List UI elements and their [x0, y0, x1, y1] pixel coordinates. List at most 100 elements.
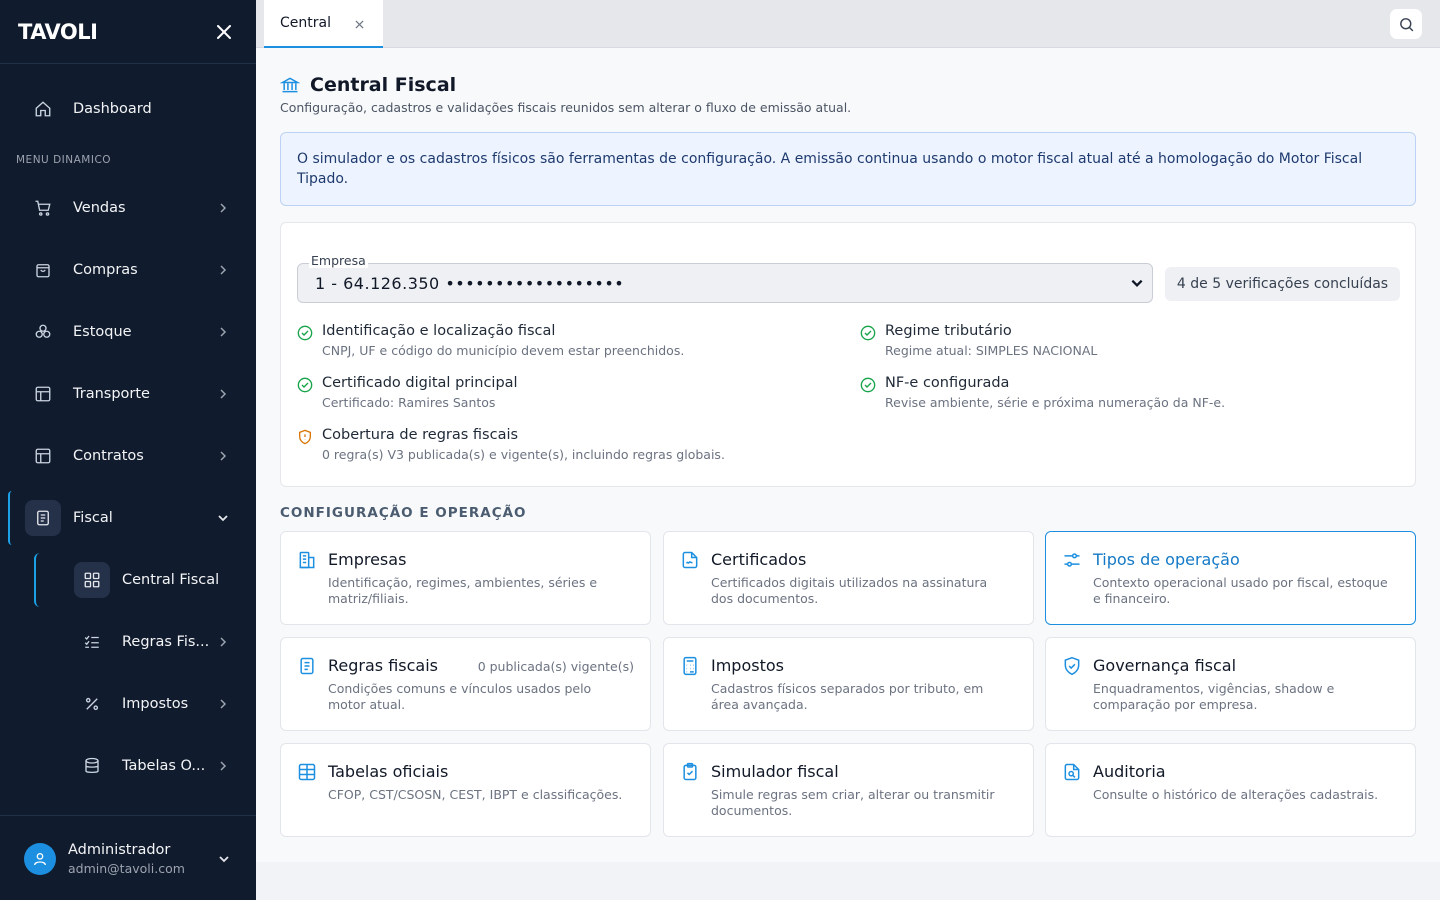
user-menu[interactable]: Administrador admin@tavoli.com — [0, 815, 256, 900]
topbar: Central — [256, 0, 1440, 48]
tab-central[interactable]: Central — [264, 0, 383, 48]
chevron-right-icon — [214, 447, 232, 465]
sidebar-item-tabelas-oficiais[interactable]: Tabelas O... — [0, 742, 256, 790]
sidebar-item-impostos[interactable]: Impostos — [0, 680, 256, 728]
check-title: NF-e configurada — [885, 375, 1010, 391]
card-tipos-de-operacao[interactable]: Tipos de operação Contexto operacional u… — [1045, 531, 1416, 625]
sidebar-item-label: Regras Fis... — [122, 634, 210, 650]
check-description: CNPJ, UF e código do município devem est… — [322, 343, 685, 358]
home-icon — [32, 98, 54, 120]
check-title: Certificado digital principal — [322, 375, 518, 391]
sidebar-item-label: Estoque — [73, 324, 132, 340]
chevron-right-icon — [214, 757, 232, 775]
card-tabelas-oficiais[interactable]: Tabelas oficiais CFOP, CST/CSOSN, CEST, … — [280, 743, 651, 837]
cart-icon — [32, 197, 54, 219]
card-description: CFOP, CST/CSOSN, CEST, IBPT e classifica… — [328, 787, 623, 802]
document-icon — [32, 507, 54, 529]
file-search-icon — [1064, 763, 1080, 781]
card-description: Contexto operacional usado por fiscal, e… — [1093, 575, 1388, 606]
close-icon — [354, 19, 364, 29]
card-certificados[interactable]: Certificados Certificados digitais utili… — [663, 531, 1034, 625]
card-description: Enquadramentos, vigências, shadow e comp… — [1093, 681, 1335, 712]
sidebar-item-compras[interactable]: Compras — [0, 246, 256, 294]
card-auditoria[interactable]: Auditoria Consulte o histórico de altera… — [1045, 743, 1416, 837]
sidebar-item-contratos[interactable]: Contratos — [0, 432, 256, 480]
avatar — [24, 843, 56, 875]
chevron-right-icon — [214, 633, 232, 651]
chevron-right-icon — [214, 261, 232, 279]
sidebar-item-regras-fiscais[interactable]: Regras Fis... — [0, 618, 256, 666]
percent-icon — [81, 693, 103, 715]
company-field-label: Empresa — [309, 253, 368, 268]
user-icon — [34, 853, 46, 866]
company-select[interactable]: 1 - 64.126.350 •••••••••••••••••• — [297, 263, 1153, 303]
calculator-icon — [683, 656, 697, 676]
building-icon — [299, 551, 315, 569]
sidebar-item-label: Fiscal — [73, 510, 113, 526]
tab-label: Central — [280, 15, 331, 31]
close-sidebar-button[interactable] — [212, 20, 236, 44]
check-description: Regime atual: SIMPLES NACIONAL — [885, 343, 1098, 358]
sidebar-item-label: Contratos — [73, 448, 144, 464]
sidebar-item-transporte[interactable]: Transporte — [0, 370, 256, 418]
card-title: Auditoria — [1093, 762, 1166, 781]
shopping-bag-icon — [32, 259, 54, 281]
card-title: Certificados — [711, 550, 807, 569]
card-title: Regras fiscais — [328, 656, 438, 675]
card-impostos[interactable]: Impostos Cadastros físicos separados por… — [663, 637, 1034, 731]
page-title: Central Fiscal — [310, 74, 457, 96]
layout-icon — [32, 383, 54, 405]
main-content: Central Fiscal Configuração, cadastros e… — [256, 48, 1440, 862]
shield-check-icon — [1064, 656, 1080, 676]
grid-icon — [81, 569, 103, 591]
card-description: Condições comuns e vínculos usados pelo … — [328, 681, 592, 712]
sidebar-item-label: Tabelas O... — [122, 758, 206, 774]
sidebar-item-central-fiscal[interactable]: Central Fiscal — [0, 556, 256, 604]
company-select-value: 1 - 64.126.350 •••••••••••••••••• — [315, 274, 625, 293]
card-governanca-fiscal[interactable]: Governança fiscal Enquadramentos, vigênc… — [1045, 637, 1416, 731]
sidebar-item-vendas[interactable]: Vendas — [0, 184, 256, 232]
sidebar-item-label: Vendas — [73, 200, 126, 216]
check-circle-icon — [297, 325, 313, 341]
page-subtitle: Configuração, cadastros e validações fis… — [280, 100, 852, 115]
chevron-down-icon — [1131, 279, 1143, 287]
sliders-icon — [1064, 553, 1080, 567]
sidebar-header: TAVOLI — [0, 0, 256, 64]
sidebar-item-label: Transporte — [73, 386, 150, 402]
file-text-icon — [300, 657, 314, 675]
chevron-down-icon[interactable] — [214, 849, 234, 869]
check-circle-icon — [860, 377, 876, 393]
section-title: CONFIGURAÇÃO E OPERAÇÃO — [280, 505, 527, 521]
card-title: Tabelas oficiais — [328, 762, 449, 781]
chevron-right-icon — [214, 323, 232, 341]
card-description: Cadastros físicos separados por tributo,… — [711, 681, 984, 712]
card-title: Tipos de operação — [1093, 550, 1240, 569]
card-title: Empresas — [328, 550, 407, 569]
check-circle-icon — [297, 377, 313, 393]
sidebar-item-label: Dashboard — [73, 101, 152, 117]
check-title: Cobertura de regras fiscais — [322, 427, 519, 443]
chevron-down-icon — [214, 509, 232, 527]
sidebar-item-fiscal[interactable]: Fiscal — [0, 494, 256, 542]
check-title: Regime tributário — [885, 323, 1012, 339]
card-title: Governança fiscal — [1093, 656, 1237, 675]
search-button[interactable] — [1389, 8, 1423, 40]
card-empresas[interactable]: Empresas Identificação, regimes, ambient… — [280, 531, 651, 625]
sidebar-item-label: Central Fiscal — [122, 572, 220, 588]
page-header: Central Fiscal — [280, 74, 456, 96]
sidebar-item-label: Impostos — [122, 696, 189, 712]
table-icon — [298, 763, 316, 781]
close-tab-button[interactable] — [352, 17, 366, 31]
chevron-right-icon — [214, 695, 232, 713]
card-title: Impostos — [711, 656, 784, 675]
card-description: Certificados digitais utilizados na assi… — [711, 575, 988, 606]
card-regras-fiscais[interactable]: Regras fiscais 0 publicada(s) vigente(s)… — [280, 637, 651, 731]
card-simulador-fiscal[interactable]: Simulador fiscal Simule regras sem criar… — [663, 743, 1034, 837]
user-email: admin@tavoli.com — [68, 861, 185, 876]
card-title: Simulador fiscal — [711, 762, 839, 781]
menu-caption: MENU DINAMICO — [16, 154, 112, 166]
sidebar-item-dashboard[interactable]: Dashboard — [0, 85, 256, 133]
sidebar-item-estoque[interactable]: Estoque — [0, 308, 256, 356]
sidebar: TAVOLI Dashboard MENU DINAMICO Vendas Co… — [0, 0, 256, 900]
check-description: Revise ambiente, série e próxima numeraç… — [885, 395, 1226, 410]
